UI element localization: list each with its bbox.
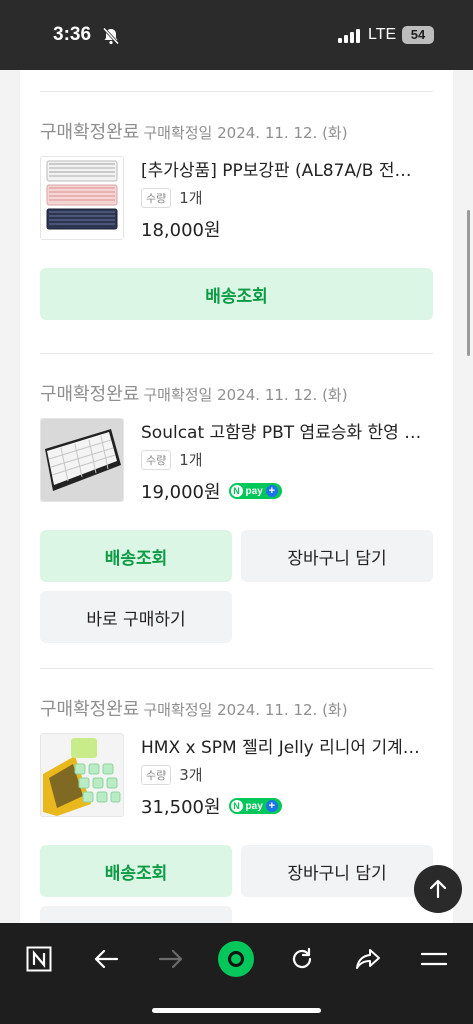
order-card: 구매확정완료 구매확정일 2024. 11. 12. (화) [추가상품] PP보… [20, 70, 453, 923]
npay-n-icon: N [230, 485, 243, 497]
quantity-line: 수량 1개 [141, 187, 203, 208]
back-icon[interactable] [86, 939, 126, 979]
quantity-tag: 수량 [141, 187, 172, 208]
order-status: 구매확정완료 [40, 699, 140, 720]
add-to-cart-button[interactable]: 장바구니 담기 [241, 845, 433, 897]
quantity-value: 1개 [179, 451, 203, 469]
track-delivery-button[interactable]: 배송조회 [40, 268, 433, 320]
product-price: 19,000원 [141, 482, 221, 503]
order-status-line: 구매확정완료 구매확정일 2024. 11. 12. (화) [40, 695, 348, 721]
menu-icon[interactable] [414, 939, 454, 979]
product-price: 31,500원 [141, 797, 221, 818]
npay-label: pay [245, 800, 263, 812]
product-thumbnail[interactable] [40, 733, 124, 817]
arrow-up-icon [429, 879, 447, 899]
quantity-value: 1개 [179, 189, 203, 207]
order-date: 구매확정일 2024. 11. 12. (화) [143, 701, 348, 719]
cellular-signal-icon [338, 28, 360, 47]
order-date: 구매확정일 2024. 11. 12. (화) [143, 124, 348, 142]
quantity-tag: 수량 [141, 764, 172, 785]
home-indicator [152, 1008, 321, 1013]
npay-badge: Npay + [228, 798, 282, 814]
status-time: 3:36 [53, 24, 92, 45]
more-button-partial[interactable] [40, 906, 232, 923]
divider [40, 668, 433, 669]
scroll-to-top-button[interactable] [414, 865, 462, 913]
share-icon[interactable] [348, 939, 388, 979]
product-name[interactable]: [추가상품] PP보강판 (AL87A/B 전… [141, 156, 433, 181]
naver-icon[interactable] [19, 939, 59, 979]
forward-icon[interactable] [151, 939, 191, 979]
npay-label: pay [245, 485, 263, 497]
npay-plus-icon: + [265, 485, 278, 497]
refresh-icon[interactable] [282, 939, 322, 979]
buy-now-button[interactable]: 바로 구매하기 [40, 591, 232, 643]
battery-icon: 54 [402, 26, 434, 44]
add-to-cart-button[interactable]: 장바구니 담기 [241, 530, 433, 582]
status-bar: 3:36 LTE 54 [0, 0, 473, 70]
scrollbar-thumb[interactable] [467, 210, 470, 356]
track-delivery-button[interactable]: 배송조회 [40, 845, 232, 897]
quantity-line: 수량 3개 [141, 764, 203, 785]
green-dot-icon[interactable] [216, 939, 256, 979]
order-status: 구매확정완료 [40, 384, 140, 405]
product-thumbnail[interactable] [40, 156, 124, 240]
product-price: 18,000원 [141, 220, 221, 241]
order-date: 구매확정일 2024. 11. 12. (화) [143, 386, 348, 404]
quantity-tag: 수량 [141, 449, 172, 470]
product-thumbnail[interactable] [40, 418, 124, 502]
order-status-line: 구매확정완료 구매확정일 2024. 11. 12. (화) [40, 118, 348, 144]
quantity-line: 수량 1개 [141, 449, 203, 470]
network-type: LTE [368, 26, 397, 43]
price-line: 18,000원 [141, 216, 221, 242]
order-status-line: 구매확정완료 구매확정일 2024. 11. 12. (화) [40, 380, 348, 406]
divider [40, 91, 433, 92]
divider [40, 353, 433, 354]
product-name[interactable]: HMX x SPM 젤리 Jelly 리니어 기계… [141, 733, 433, 758]
price-line: 31,500원 Npay + [141, 793, 282, 819]
bell-muted-icon [102, 27, 120, 49]
track-delivery-button[interactable]: 배송조회 [40, 530, 232, 582]
order-list-content[interactable]: 구매확정완료 구매확정일 2024. 11. 12. (화) [추가상품] PP보… [0, 70, 473, 923]
npay-n-icon: N [230, 800, 243, 812]
price-line: 19,000원 Npay + [141, 478, 282, 504]
order-status: 구매확정완료 [40, 122, 140, 143]
product-name[interactable]: Soulcat 고함량 PBT 염료승화 한영 … [141, 418, 433, 443]
npay-plus-icon: + [265, 800, 278, 812]
quantity-value: 3개 [179, 766, 203, 784]
npay-badge: Npay + [228, 483, 282, 499]
